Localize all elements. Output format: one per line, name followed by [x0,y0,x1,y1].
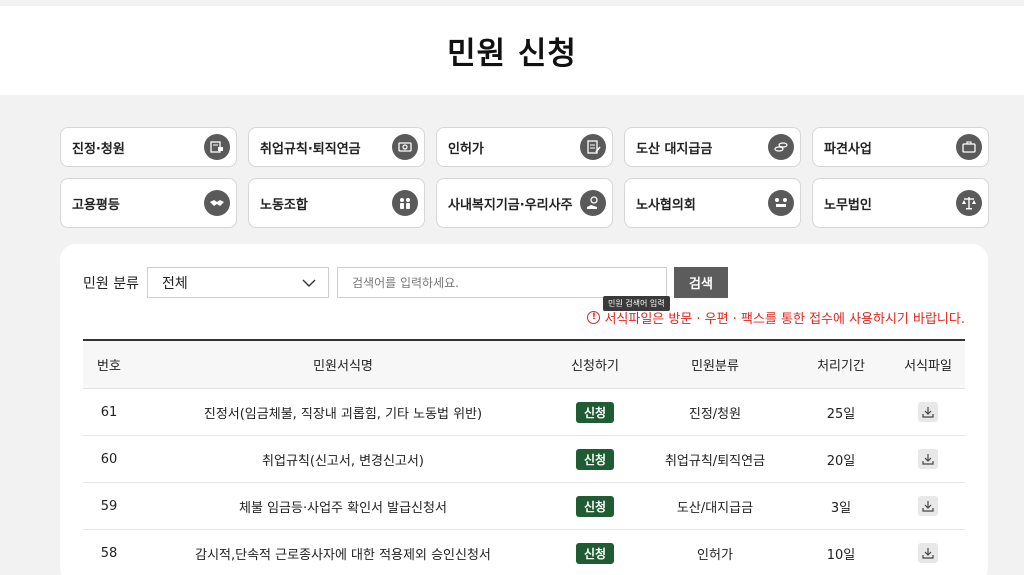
row-no: 59 [100,498,118,514]
handshake-icon [204,190,230,216]
row-category: 진정/청원 [688,406,742,422]
category-label: 사내복지기금·우리사주 [448,197,573,213]
category-label: 파견사업 [824,141,872,157]
download-icon[interactable] [918,496,938,516]
table-row: 58 감시적,단속적 근로종사자에 대한 적용제외 승인신청서 신청 인허가 1… [83,530,965,575]
row-no: 58 [100,545,118,561]
coins-icon [768,134,794,160]
table-header: 번호 민원서식명 신청하기 민원분류 처리기간 서식파일 [83,341,965,389]
row-category: 취업규칙/퇴직연금 [664,453,766,469]
search-bar: 민원 분류 전체 검색 [83,267,728,298]
table-row: 61 진정서(임금체불, 직장내 괴롭힘, 기타 노동법 위반) 신청 진정/청… [83,389,965,436]
document-pen-icon [580,134,606,160]
category-insolvency-payment[interactable]: 도산 대지급금 [624,127,801,167]
category-dispatch[interactable]: 파견사업 [812,127,989,167]
scales-icon [956,190,982,216]
exclamation-circle-icon: ! [587,311,601,324]
row-period: 3일 [830,500,852,516]
apply-button[interactable]: 신청 [575,495,615,517]
row-name: 진정서(임금체불, 직장내 괴롭힘, 기타 노동법 위반) [203,406,483,422]
row-name: 감시적,단속적 근로종사자에 대한 적용제외 승인신청서 [195,547,491,563]
category-equal-employment[interactable]: 고용평등 [60,178,237,228]
header-file: 서식파일 [904,359,952,374]
category-petition[interactable]: 진정·청원 [60,127,237,167]
header-no: 번호 [97,359,121,374]
download-icon[interactable] [918,543,938,563]
page-title: 민원 신청 [447,36,577,72]
search-button[interactable]: 검색 [673,267,728,298]
table-row: 59 체불 임금등·사업주 확인서 발급신청서 신청 도산/대지급금 3일 [83,483,965,530]
chevron-down-icon [302,279,316,287]
civil-petition-panel: 민원 분류 전체 검색 민원 검색어 입력 ! 서식파일은 방문 · 우편 · … [60,244,988,575]
row-no: 60 [100,451,118,467]
briefcase-icon [956,134,982,160]
row-period: 10일 [826,547,856,563]
document-stamp-icon [204,134,230,160]
category-label: 진정·청원 [72,141,125,157]
category-welfare-fund[interactable]: 사내복지기금·우리사주 [436,178,613,228]
category-label: 노사협의회 [636,197,696,213]
category-label: 고용평등 [72,197,120,213]
category-labor-union[interactable]: 노동조합 [248,178,425,228]
category-select-value: 전체 [161,275,188,292]
category-label: 취업규칙·퇴직연금 [260,141,361,157]
page-header: 민원 신청 [0,6,1024,95]
category-grid: 진정·청원 취업규칙·퇴직연금 인허가 도산 대지급금 파견사업 고용평등 노동… [60,127,989,228]
category-label: 노동조합 [260,197,308,213]
petition-table: 번호 민원서식명 신청하기 민원분류 처리기간 서식파일 61 진정서(임금체불… [83,339,965,575]
row-period: 25일 [826,406,856,422]
header-category: 민원분류 [691,359,739,374]
apply-button[interactable]: 신청 [575,401,615,423]
table-row: 60 취업규칙(신고서, 변경신고서) 신청 취업규칙/퇴직연금 20일 [83,436,965,483]
category-label: 노무법인 [824,197,872,213]
hand-coin-icon [580,190,606,216]
row-name: 체불 임금등·사업주 확인서 발급신청서 [239,500,447,516]
search-category-label: 민원 분류 [83,275,139,292]
category-label: 도산 대지급금 [636,141,713,157]
category-permits[interactable]: 인허가 [436,127,613,167]
search-tooltip: 민원 검색어 입력 [603,296,670,311]
people-icon [392,190,418,216]
category-select[interactable]: 전체 [146,267,329,298]
row-period: 20일 [826,453,856,469]
category-label: 인허가 [448,141,484,157]
apply-button[interactable]: 신청 [575,448,615,470]
meeting-icon [768,190,794,216]
download-icon[interactable] [918,449,938,469]
header-period: 처리기간 [817,359,865,374]
download-icon[interactable] [918,402,938,422]
category-work-rules[interactable]: 취업규칙·퇴직연금 [248,127,425,167]
category-labor-law-firm[interactable]: 노무법인 [812,178,989,228]
row-no: 61 [100,404,118,420]
header-apply: 신청하기 [571,359,619,374]
row-category: 도산/대지급금 [676,500,754,516]
search-input[interactable] [336,267,667,298]
row-name: 취업규칙(신고서, 변경신고서) [262,453,424,469]
row-category: 인허가 [697,547,733,563]
header-name: 민원서식명 [313,359,373,374]
apply-button[interactable]: 신청 [575,542,615,564]
category-labor-council[interactable]: 노사협의회 [624,178,801,228]
money-icon [392,134,418,160]
